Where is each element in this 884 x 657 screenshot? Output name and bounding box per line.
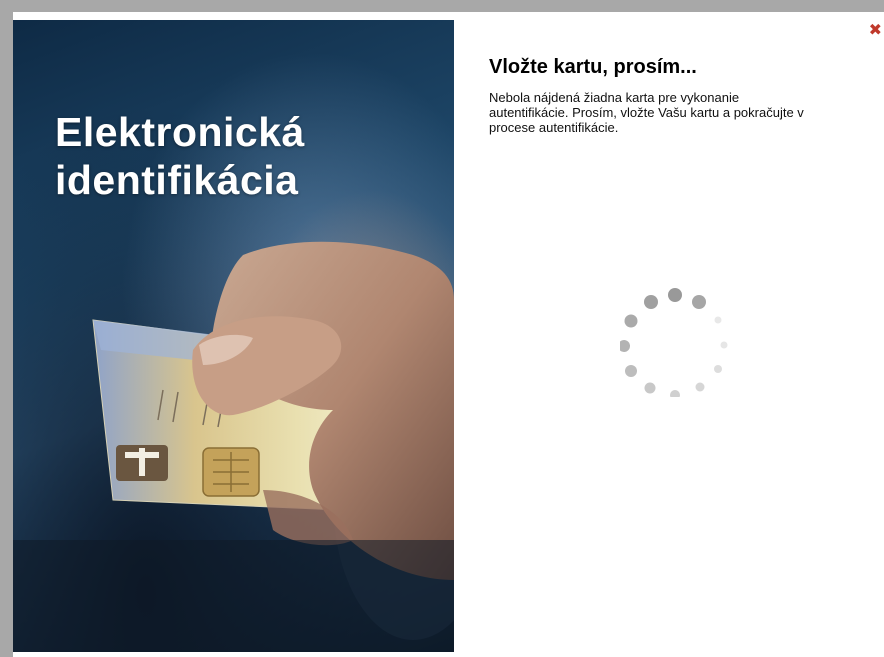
spinner-dot [670,390,680,400]
spinner-dot [625,365,637,377]
spinner-dot [618,340,630,352]
hero-image-panel: Elektronická identifikácia [13,20,454,652]
spinner-dot [695,382,705,392]
spinner-dot [644,295,658,309]
spinner-dot [720,341,728,349]
close-icon[interactable]: ✖ [869,22,882,38]
dialog-message: Nebola nájdená žiadna karta pre vykonani… [489,90,804,135]
spinner-dot [714,365,722,373]
hero-title-line1: Elektronická [55,109,305,155]
spinner-dot [692,295,706,309]
loading-spinner-icon [618,287,730,400]
hero-title: Elektronická identifikácia [55,108,305,204]
spinner-dot [714,316,722,324]
spinner-dot [668,288,682,302]
dialog-heading: Vložte kartu, prosím... [489,56,697,78]
hero-title-line2: identifikácia [55,157,299,203]
window-left-border [0,12,13,657]
spinner-dot [644,382,656,394]
dialog-content: Vložte kartu, prosím... Nebola nájdená ž… [489,56,849,135]
auth-dialog: Elektronická identifikácia ✖ Vložte kart… [13,12,884,657]
window-top-border [0,0,884,12]
spinner-dot [624,314,638,328]
